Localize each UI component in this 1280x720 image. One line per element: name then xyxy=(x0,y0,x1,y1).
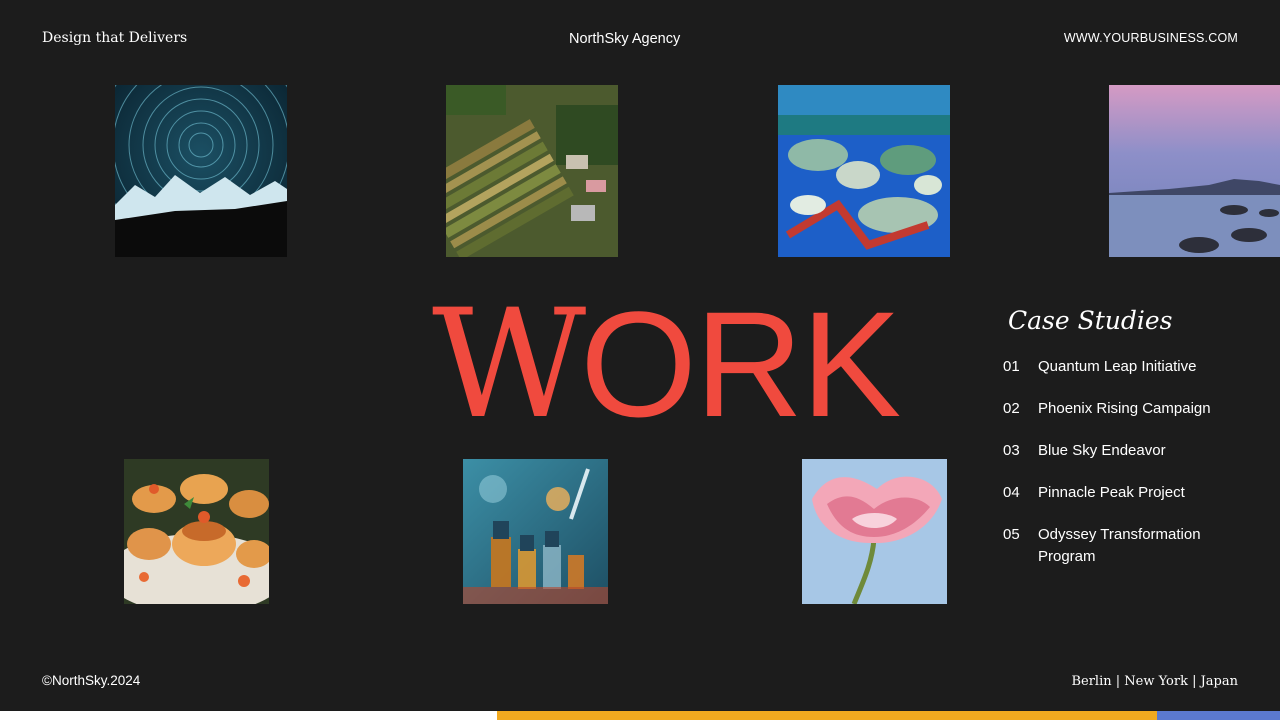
case-number: 03 xyxy=(1003,442,1020,459)
photo-lab-vials xyxy=(463,459,608,604)
website-link[interactable]: WWW.YOURBUSINESS.COM xyxy=(1064,31,1238,45)
photo-scallops xyxy=(124,459,269,604)
footer-bar-white xyxy=(0,711,497,720)
case-label: Odyssey Transformation Program xyxy=(1038,526,1201,565)
case-label: Blue Sky Endeavor xyxy=(1038,442,1166,459)
case-studies-list: 01 Quantum Leap Initiative 02 Phoenix Ri… xyxy=(1003,356,1253,588)
tagline: Design that Delivers xyxy=(42,30,188,46)
list-item[interactable]: 05 Odyssey Transformation Program xyxy=(1003,524,1253,568)
photo-star-trails xyxy=(115,85,287,257)
list-item[interactable]: 04 Pinnacle Peak Project xyxy=(1003,482,1253,504)
case-number: 01 xyxy=(1003,358,1020,375)
photo-coral-reef xyxy=(778,85,950,257)
list-item[interactable]: 02 Phoenix Rising Campaign xyxy=(1003,398,1253,420)
photo-aerial-farmland xyxy=(446,85,618,257)
list-item[interactable]: 01 Quantum Leap Initiative xyxy=(1003,356,1253,378)
list-item[interactable]: 03 Blue Sky Endeavor xyxy=(1003,440,1253,462)
locations: Berlin | New York | Japan xyxy=(1071,674,1238,689)
case-label: Phoenix Rising Campaign xyxy=(1038,400,1211,417)
photo-coastline xyxy=(1109,85,1280,257)
case-number: 04 xyxy=(1003,484,1020,501)
case-label: Quantum Leap Initiative xyxy=(1038,358,1197,375)
case-label: Pinnacle Peak Project xyxy=(1038,484,1185,501)
case-number: 02 xyxy=(1003,400,1020,417)
work-heading: WORK xyxy=(432,278,901,452)
copyright: ©NorthSky.2024 xyxy=(42,673,141,688)
case-studies-title: Case Studies xyxy=(1008,306,1173,335)
case-number: 05 xyxy=(1003,526,1020,543)
brand-name: NorthSky Agency xyxy=(569,31,681,47)
footer-bar-blue xyxy=(1157,711,1280,720)
photo-pink-flower xyxy=(802,459,947,604)
footer-bar-yellow xyxy=(497,711,1157,720)
